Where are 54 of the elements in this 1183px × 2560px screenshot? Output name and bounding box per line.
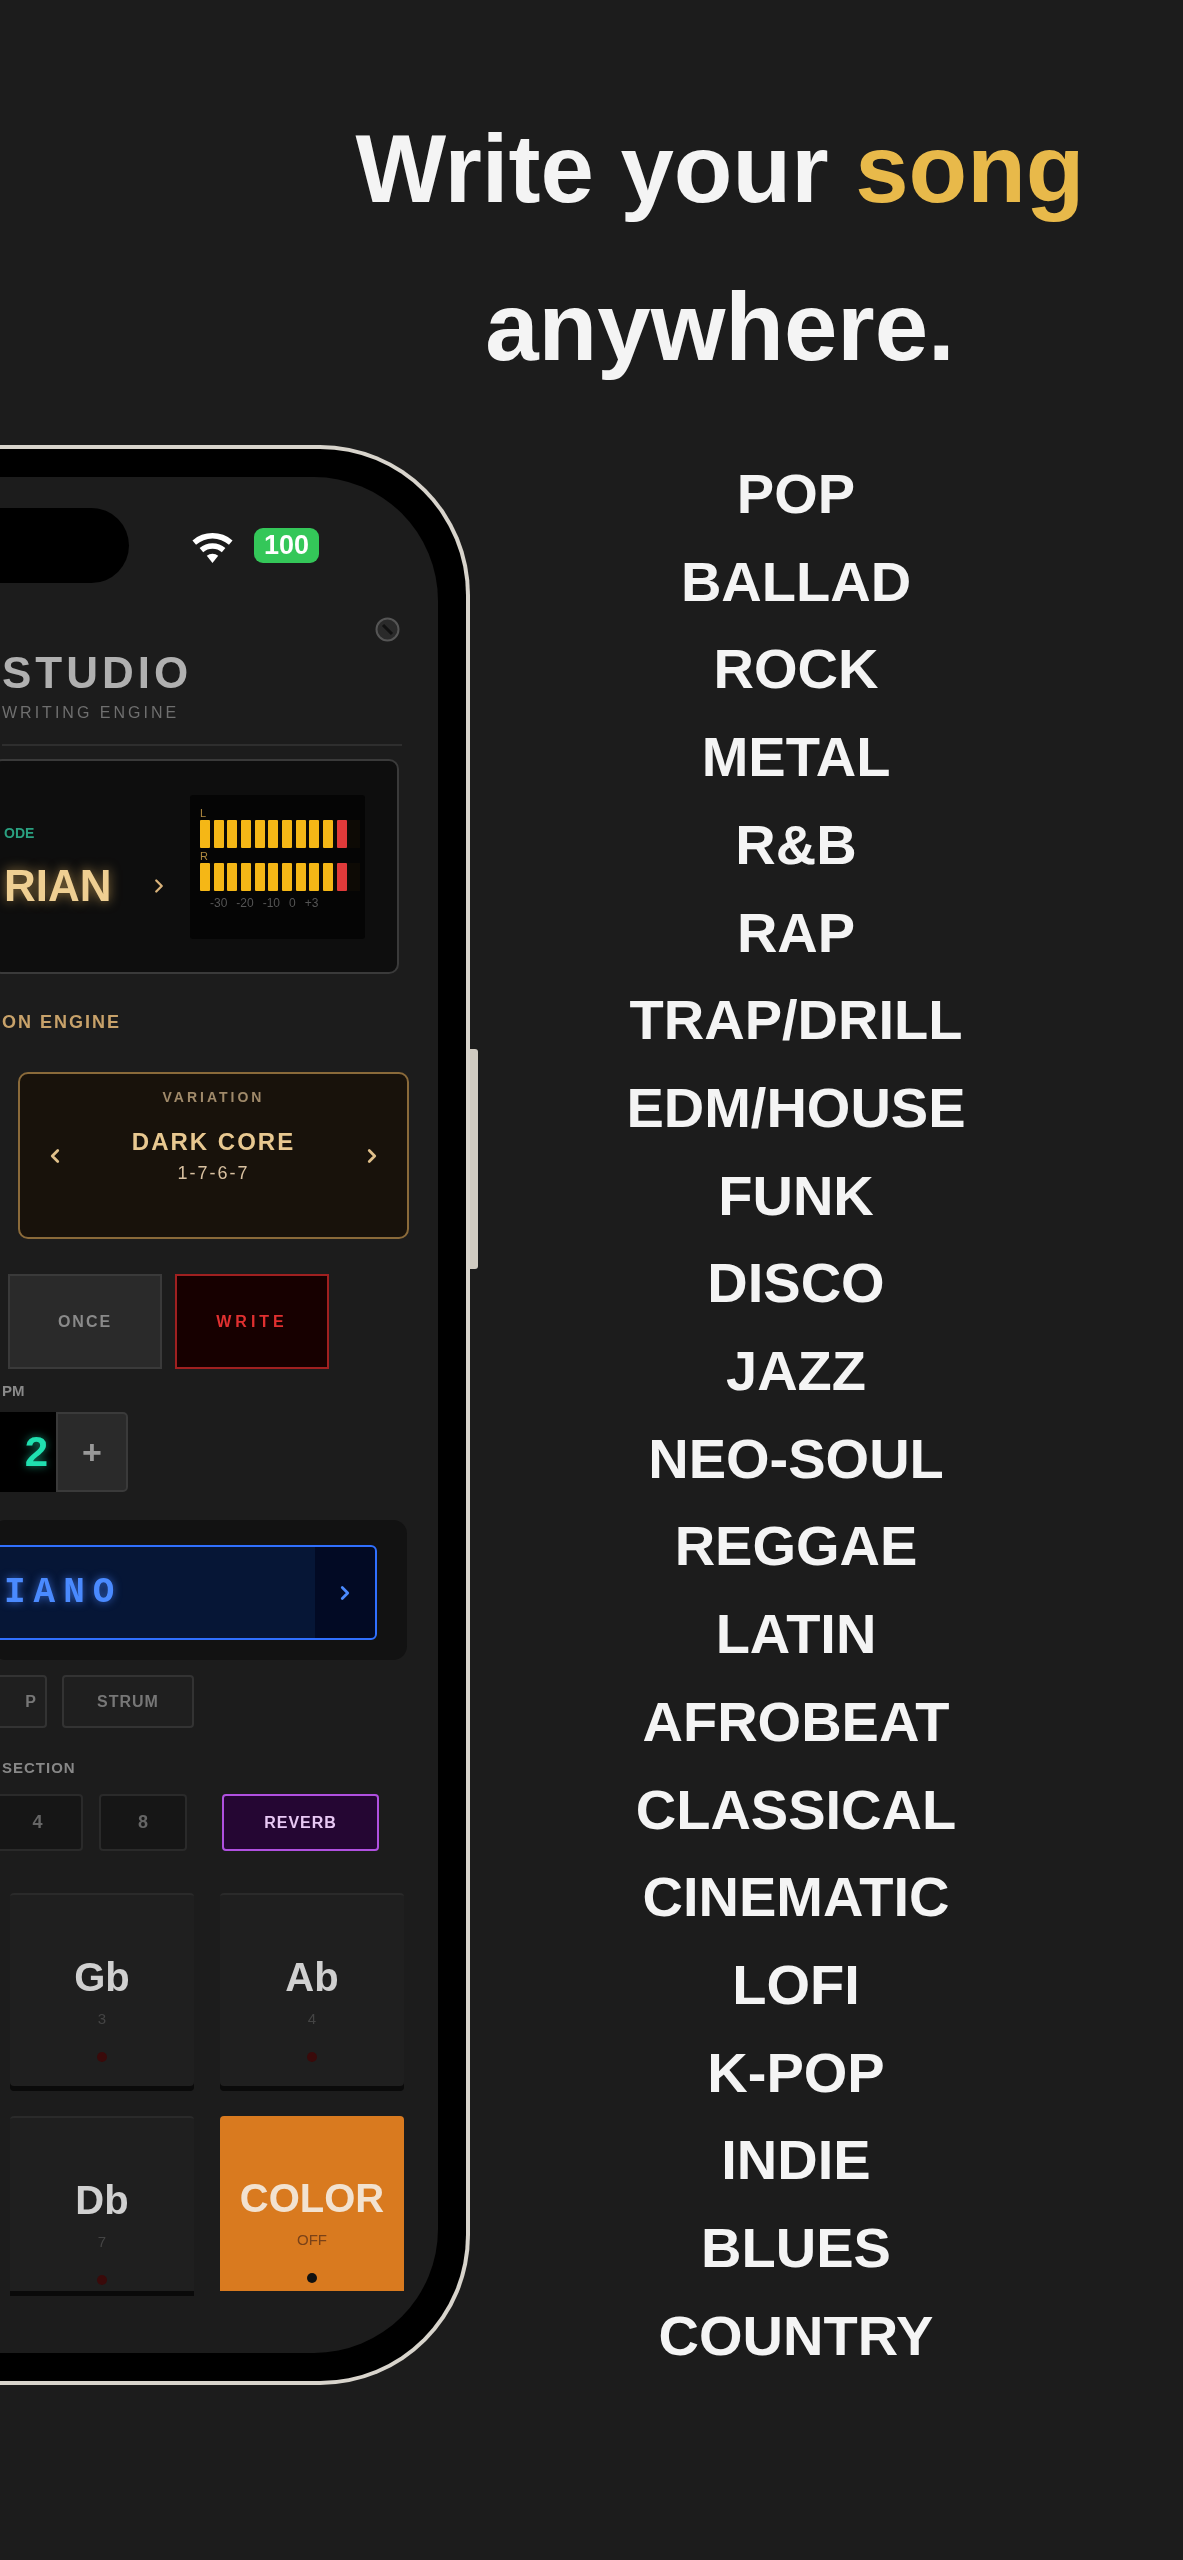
instrument-display[interactable]: IANO (0, 1545, 377, 1640)
app-subtitle: WRITING ENGINE (2, 704, 180, 722)
bpm-display: 2 (0, 1412, 56, 1492)
chord-pattern: 1-7-6-7 (177, 1164, 250, 1182)
genre-label: TRAP/DRILL (629, 987, 963, 1054)
headline: Write your song anywhere. (354, 114, 1086, 382)
genre-label: K-POP (707, 2039, 885, 2106)
genre-label: R&B (735, 811, 857, 878)
length-button[interactable]: 4 (0, 1794, 83, 1851)
slash-circle-icon[interactable] (375, 617, 400, 642)
length-button[interactable]: 8 (99, 1794, 187, 1851)
genre-label: RAP (736, 899, 856, 966)
section-label: SECTION (2, 1760, 76, 1776)
play-mode-button[interactable]: P (0, 1675, 47, 1728)
section-heading: ON ENGINE (2, 1012, 121, 1032)
genre-label: EDM/HOUSE (626, 1074, 966, 1141)
genre-label: BLUES (701, 2215, 891, 2282)
genre-label: CLASSICAL (635, 1776, 957, 1843)
genre-label: REGGAE (674, 1513, 918, 1580)
genre-label: FUNK (718, 1162, 874, 1229)
variation-label: VARIATION (162, 1090, 265, 1104)
genre-label: ROCK (713, 636, 879, 703)
channel-label: L (200, 806, 207, 820)
increment-button[interactable]: + (56, 1412, 128, 1492)
scale-label: 0 (289, 896, 296, 909)
genre-label: METAL (701, 724, 891, 791)
app-title: STUDIO (2, 648, 193, 698)
mode-label: ODE (4, 825, 35, 840)
genre-label: COUNTRY (658, 2302, 934, 2369)
reverb-button[interactable]: REVERB (222, 1794, 379, 1851)
bpm-label: PM (2, 1383, 25, 1399)
play-mode-button[interactable]: STRUM (62, 1675, 194, 1728)
genre-label: INDIE (721, 2127, 871, 2194)
battery-indicator: 100 (254, 528, 319, 563)
instrument-name: IANO (0, 1547, 315, 1638)
genre-label: AFROBEAT (642, 1688, 950, 1755)
genre-label: POP (736, 461, 856, 527)
channel-label: R (200, 849, 208, 863)
genre-label: BALLAD (680, 548, 912, 615)
scale-label: +3 (304, 896, 319, 909)
once-button[interactable]: ONCE (8, 1274, 162, 1369)
genre-label: NEO-SOUL (648, 1425, 944, 1492)
scale-label: -30 (210, 896, 228, 909)
genre-label: LATIN (715, 1601, 877, 1668)
scale-label: -10 (262, 896, 281, 909)
genre-label: DISCO (707, 1250, 885, 1317)
genre-label: LOFI (732, 1951, 860, 2018)
color-pad[interactable]: COLOR OFF (220, 2116, 404, 2291)
genre-label: JAZZ (726, 1338, 866, 1405)
variation-name: DARK CORE (131, 1130, 296, 1154)
genre-label: CINEMATIC (642, 1864, 950, 1931)
scale-label: -20 (236, 896, 254, 909)
mode-value: RIAN (4, 863, 112, 908)
write-button[interactable]: WRITE (175, 1274, 329, 1369)
